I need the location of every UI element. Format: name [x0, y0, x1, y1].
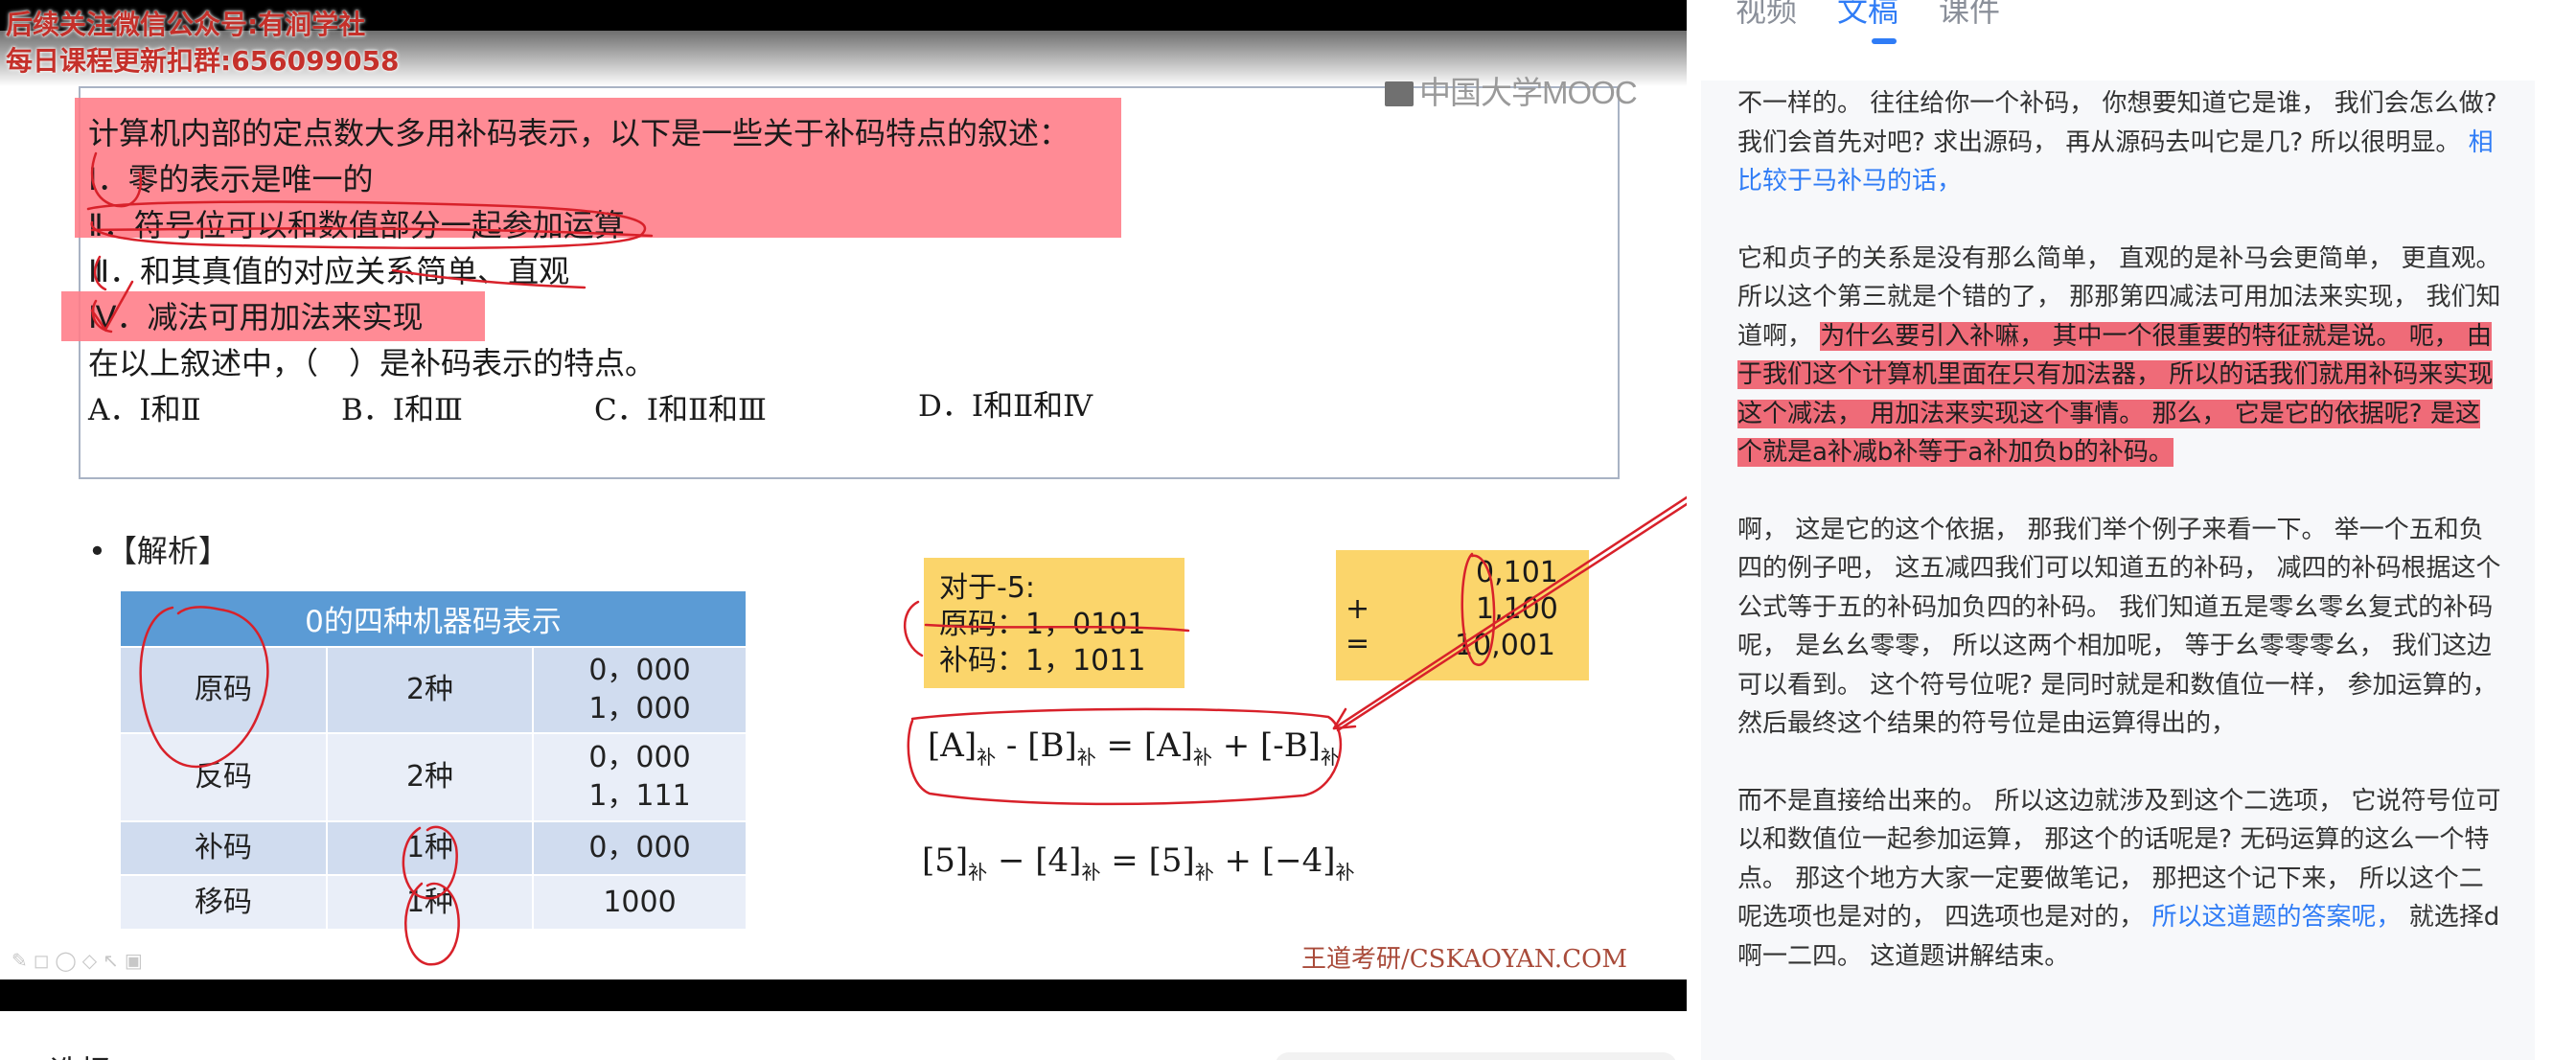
formula-subscript: 补: [1192, 745, 1212, 769]
analysis-label: •【解析】: [88, 533, 229, 569]
formula-term: [4]: [1035, 841, 1082, 880]
example-line-2: 补码：1，1011: [939, 644, 1146, 678]
transcript-paragraph[interactable]: 而不是直接给出来的。 所以这边就涉及到这个二选项， 它说符号位可以和数值位一起参…: [1737, 782, 2504, 977]
formula-subscript: 补: [968, 860, 988, 884]
page: 中国大学MOOC 计算机内部的定点数大多用补码表示，以下是一些关于补码特点的叙述…: [0, 0, 2576, 1060]
video-player[interactable]: 中国大学MOOC 计算机内部的定点数大多用补码表示，以下是一些关于补码特点的叙述…: [0, 0, 1687, 1011]
lecture-slide: 中国大学MOOC 计算机内部的定点数大多用补码表示，以下是一些关于补码特点的叙述…: [0, 31, 1687, 979]
option-d: D．Ⅰ和Ⅱ和Ⅳ: [918, 389, 1093, 424]
addition-row-3: 10,001: [1455, 629, 1555, 662]
table-cell: 1种: [327, 874, 534, 929]
section-title: 选择: [50, 1048, 111, 1060]
slide-footer-mark: 王道考研/CSKAOYAN.COM: [1301, 945, 1628, 974]
transcript-current-segment[interactable]: 所以这道题的答案呢，: [2152, 903, 2402, 932]
table-row: 反码 2种 0，000 1，111: [121, 732, 746, 821]
question-prompt: 在以上叙述中，（ ）是补码表示的特点。: [88, 345, 656, 381]
addition-row-2: 1,100: [1476, 592, 1558, 626]
option-b: B．Ⅰ和Ⅲ: [341, 393, 463, 427]
question-item-3: Ⅲ．和其真值的对应关系简单、直观: [88, 253, 570, 289]
table-cell: 补码: [121, 820, 328, 875]
watermark-line-1: 后续关注微信公众号:有涧学社: [6, 9, 366, 40]
side-panel: 视频 文稿 课件 不一样的。 往往给你一个补码， 你想要知道它是谁， 我们会怎么…: [1701, 0, 2576, 1060]
question-item-2: Ⅱ．符号位可以和数值部分一起参加运算: [88, 207, 625, 243]
transcript-paragraph[interactable]: 不一样的。 往往给你一个补码， 你想要知道它是谁， 我们会怎么做? 我们会首先对…: [1737, 84, 2504, 201]
formula-subscript: 补: [1321, 745, 1341, 769]
transcript-segment[interactable]: 不一样的。 往往给你一个补码， 你想要知道它是谁， 我们会怎么做? 我们会首先对…: [1737, 89, 2497, 157]
machine-code-table: 0的四种机器码表示 原码 2种 0，000 1，000 反码 2种 0，000 1，…: [121, 591, 746, 929]
formula-general: [A]补 - [B]补 = [A]补 + [-B]补: [928, 726, 1340, 770]
table-row: 移码 1种 1000: [121, 874, 746, 929]
question-item-1: Ⅰ．零的表示是唯一的: [88, 161, 374, 197]
transcript-paragraph[interactable]: 啊， 这是它的这个依据， 那我们举个例子来看一下。 举一个五和负四的例子吧， 这…: [1737, 511, 2504, 744]
option-a: A．Ⅰ和Ⅱ: [88, 393, 201, 427]
table-cell: 0，000 1，000: [533, 646, 746, 733]
table-cell: 0，000: [533, 820, 746, 875]
formula-subscript: 补: [1335, 860, 1355, 884]
transcript-list[interactable]: 不一样的。 往往给你一个补码， 你想要知道它是谁， 我们会怎么做? 我们会首先对…: [1701, 81, 2535, 1060]
active-tab-indicator: [1872, 38, 1897, 44]
formula-operator: +: [1211, 726, 1261, 765]
table-row: 补码 1种 0，000: [121, 820, 746, 875]
formula-term: [A]: [1143, 726, 1193, 765]
table-cell-line: 0，000: [588, 654, 691, 687]
formula-term: [5]: [922, 841, 969, 880]
formula-subscript: 补: [977, 745, 997, 769]
formula-example: [5]补 − [4]补 = [5]补 + [−4]补: [922, 841, 1355, 885]
formula-term: [5]: [1148, 841, 1195, 880]
table-cell-line: 1，111: [588, 779, 691, 813]
table-cell: 反码: [121, 732, 328, 821]
formula-term: [-B]: [1260, 726, 1322, 765]
tab-video[interactable]: 视频: [1736, 0, 1797, 31]
comment-input[interactable]: [1275, 1052, 1677, 1060]
transcript-highlighted-segment[interactable]: 为什么要引入补嘛， 其中一个很重要的特征就是说。 呃， 由于我们这个计算机里面在…: [1737, 321, 2494, 467]
mooc-logo: 中国大学MOOC: [1385, 67, 1638, 113]
annotation-toolbar-icons: ✎◻◯◇↖▣: [12, 949, 149, 972]
option-c: C．Ⅰ和Ⅱ和Ⅲ: [594, 393, 767, 427]
video-bottom-bar: [0, 979, 1687, 1011]
table-cell-line: 1，000: [588, 692, 691, 726]
addition-row-1: 0,101: [1476, 556, 1558, 589]
formula-term: [−4]: [1261, 841, 1336, 880]
formula-subscript: 补: [1081, 860, 1101, 884]
question-stem: 计算机内部的定点数大多用补码表示，以下是一些关于补码特点的叙述：: [88, 115, 1070, 151]
tab-transcript[interactable]: 文稿: [1837, 0, 1898, 31]
table-cell: 原码: [121, 646, 328, 733]
formula-subscript: 补: [1194, 860, 1214, 884]
table-row: 原码 2种 0，000 1，000: [121, 646, 746, 733]
formula-operator: −: [987, 841, 1036, 880]
formula-operator: =: [1100, 841, 1149, 880]
table-cell: 2种: [327, 732, 534, 821]
addition-equals: =: [1346, 627, 1370, 660]
formula-operator: =: [1095, 726, 1144, 765]
ink-arrow-head: [1332, 707, 1357, 730]
question-item-4: Ⅳ．减法可用加法来实现: [88, 299, 424, 335]
table-cell: 2种: [327, 646, 534, 733]
formula-term: [A]: [928, 726, 978, 765]
tab-courseware[interactable]: 课件: [1939, 0, 2000, 31]
formula-subscript: 补: [1076, 745, 1096, 769]
table-cell: 1种: [327, 820, 534, 875]
table-cell: 0，000 1，111: [533, 732, 746, 821]
formula-operator: -: [996, 726, 1028, 765]
formula-term: [B]: [1027, 726, 1077, 765]
table-cell-line: 0，000: [588, 741, 691, 774]
table-cell: 移码: [121, 874, 328, 929]
transcript-segment[interactable]: 啊， 这是它的这个依据， 那我们举个例子来看一下。 举一个五和负四的例子吧， 这…: [1737, 516, 2501, 739]
addition-plus: +: [1346, 592, 1370, 626]
ink-circle-example: [904, 600, 924, 657]
formula-operator: +: [1213, 841, 1262, 880]
table-header: 0的四种机器码表示: [121, 591, 746, 647]
transcript-paragraph[interactable]: 它和贞子的关系是没有那么简单， 直观的是补马会更简单， 更直观。 所以这个第三就…: [1737, 240, 2504, 472]
table-cell: 1000: [533, 874, 746, 929]
watermark-line-2: 每日课程更新扣群:656099058: [6, 45, 400, 77]
mooc-logo-icon: [1385, 81, 1414, 106]
mooc-logo-text: 中国大学MOOC: [1419, 75, 1638, 110]
